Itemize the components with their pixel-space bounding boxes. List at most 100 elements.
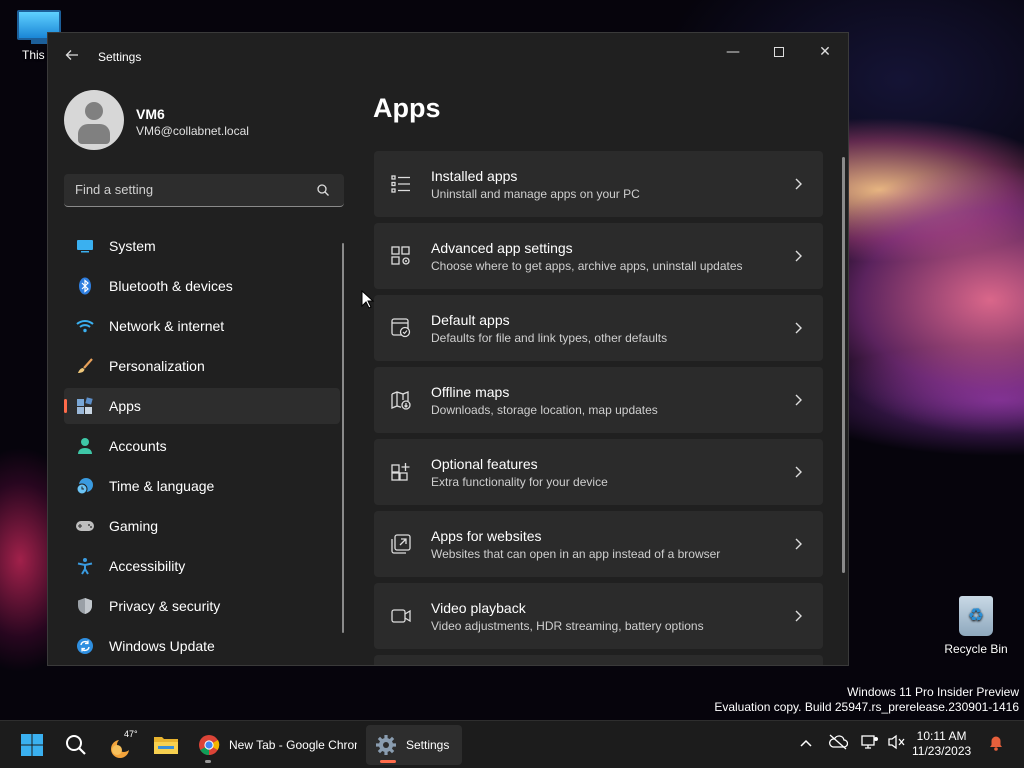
settings-taskbar-label: Settings xyxy=(406,738,450,752)
sidebar-item-gaming[interactable]: Gaming xyxy=(64,508,340,544)
volume-tray-button[interactable] xyxy=(886,734,906,754)
taskbar: 47° New Tab - Google Chrome Settings 10:… xyxy=(0,720,1024,768)
sidebar-item-personalization[interactable]: Personalization xyxy=(64,348,340,384)
title-bar[interactable]: Settings — ✕ xyxy=(48,33,848,81)
user-email: VM6@collabnet.local xyxy=(136,124,249,138)
sidebar-item-time-language[interactable]: Time & language xyxy=(64,468,340,504)
windows-watermark: Windows 11 Pro Insider Preview Evaluatio… xyxy=(714,685,1019,715)
onedrive-tray-button[interactable] xyxy=(828,734,849,754)
cloud-offline-icon xyxy=(829,734,849,750)
recycle-bin-label: Recycle Bin xyxy=(944,642,1008,656)
bluetooth-icon xyxy=(75,276,95,296)
minimize-button[interactable]: — xyxy=(710,37,756,67)
search-box[interactable] xyxy=(64,174,344,207)
weather-temp: 47° xyxy=(124,729,138,739)
network-tray-button[interactable] xyxy=(860,734,880,754)
close-button[interactable]: ✕ xyxy=(802,37,848,67)
card-subtitle: Uninstall and manage apps on your PC xyxy=(431,187,640,201)
settings-taskbar-button[interactable]: Settings xyxy=(366,725,462,765)
card-title: Default apps xyxy=(431,312,510,328)
card-subtitle: Choose where to get apps, archive apps, … xyxy=(431,259,743,273)
map-icon xyxy=(391,391,411,410)
card-subtitle: Extra functionality for your device xyxy=(431,475,608,489)
optional-features-icon xyxy=(391,463,410,481)
search-icon[interactable] xyxy=(316,183,330,197)
optional-features-card[interactable]: Optional features Extra functionality fo… xyxy=(374,439,823,505)
card-subtitle: Downloads, storage location, map updates xyxy=(431,403,658,417)
watermark-line1: Windows 11 Pro Insider Preview xyxy=(847,685,1019,699)
offline-maps-card[interactable]: Offline maps Downloads, storage location… xyxy=(374,367,823,433)
weather-widget[interactable]: 47° xyxy=(102,725,144,765)
window-title: Settings xyxy=(98,50,142,64)
default-apps-card[interactable]: Default apps Defaults for file and link … xyxy=(374,295,823,361)
gamepad-icon xyxy=(75,516,95,536)
network-icon xyxy=(861,735,878,749)
settings-window: Settings — ✕ VM6 VM6@collabnet.local Sys… xyxy=(47,32,849,666)
video-icon xyxy=(391,609,411,623)
chevron-right-icon xyxy=(795,610,802,622)
app-settings-icon xyxy=(391,246,410,265)
card-title: Advanced app settings xyxy=(431,240,573,256)
video-playback-card[interactable]: Video playback Video adjustments, HDR st… xyxy=(374,583,823,649)
sidebar-item-label: Gaming xyxy=(109,518,159,534)
speaker-muted-icon xyxy=(888,734,905,750)
gear-icon xyxy=(376,735,396,755)
card-title: Optional features xyxy=(431,456,538,472)
sidebar-item-label: Accounts xyxy=(109,438,167,454)
sidebar-item-label: Windows Update xyxy=(109,638,215,654)
file-explorer-button[interactable] xyxy=(146,725,186,765)
chrome-icon xyxy=(199,735,220,756)
system-icon xyxy=(75,236,95,256)
accessibility-icon xyxy=(75,556,95,576)
content-scrollbar[interactable] xyxy=(842,157,845,573)
windows-logo-icon xyxy=(21,734,43,756)
sidebar-item-label: System xyxy=(109,238,156,254)
chrome-taskbar-button[interactable]: New Tab - Google Chrome xyxy=(190,725,360,765)
maximize-button[interactable] xyxy=(756,37,802,67)
sidebar-scrollbar[interactable] xyxy=(342,243,344,633)
sidebar-item-bluetooth[interactable]: Bluetooth & devices xyxy=(64,268,340,304)
card-title: Offline maps xyxy=(431,384,510,400)
default-apps-icon xyxy=(391,318,411,338)
start-button[interactable] xyxy=(12,725,52,765)
advanced-app-settings-card[interactable]: Advanced app settings Choose where to ge… xyxy=(374,223,823,289)
avatar[interactable] xyxy=(64,90,124,150)
sidebar-item-label: Privacy & security xyxy=(109,598,221,614)
taskbar-clock[interactable]: 10:11 AM 11/23/2023 xyxy=(912,729,971,759)
shield-icon xyxy=(75,596,95,616)
maximize-icon xyxy=(774,47,784,57)
sidebar-item-windows-update[interactable]: Windows Update xyxy=(64,628,340,664)
next-card-partial[interactable] xyxy=(374,655,823,665)
chevron-right-icon xyxy=(795,538,802,550)
brush-icon xyxy=(75,356,95,376)
running-indicator xyxy=(205,760,211,763)
open-in-app-icon xyxy=(391,534,411,554)
search-input[interactable] xyxy=(64,174,304,205)
notifications-button[interactable] xyxy=(986,734,1006,754)
card-subtitle: Websites that can open in an app instead… xyxy=(431,547,721,561)
card-subtitle: Video adjustments, HDR streaming, batter… xyxy=(431,619,704,633)
chevron-right-icon xyxy=(795,178,802,190)
update-icon xyxy=(75,636,95,656)
sidebar-item-label: Accessibility xyxy=(109,558,186,574)
sidebar-item-privacy-security[interactable]: Privacy & security xyxy=(64,588,340,624)
sidebar-item-accounts[interactable]: Accounts xyxy=(64,428,340,464)
sidebar-item-network[interactable]: Network & internet xyxy=(64,308,340,344)
taskbar-search-button[interactable] xyxy=(56,725,96,765)
recycle-bin-icon xyxy=(959,596,993,636)
show-hidden-icons-button[interactable] xyxy=(796,734,816,754)
chevron-right-icon xyxy=(795,394,802,406)
list-icon xyxy=(391,175,410,193)
sidebar-item-accessibility[interactable]: Accessibility xyxy=(64,548,340,584)
apps-icon xyxy=(75,396,95,416)
sidebar-item-label: Time & language xyxy=(109,478,215,494)
active-indicator xyxy=(380,760,396,763)
accounts-icon xyxy=(75,436,95,456)
recycle-bin-desktop-icon[interactable]: Recycle Bin xyxy=(940,596,1012,656)
sidebar-item-label: Personalization xyxy=(109,358,205,374)
sidebar-item-system[interactable]: System xyxy=(64,228,340,264)
installed-apps-card[interactable]: Installed apps Uninstall and manage apps… xyxy=(374,151,823,217)
sidebar-item-apps[interactable]: Apps xyxy=(64,388,340,424)
back-button[interactable] xyxy=(62,47,82,67)
apps-for-websites-card[interactable]: Apps for websites Websites that can open… xyxy=(374,511,823,577)
